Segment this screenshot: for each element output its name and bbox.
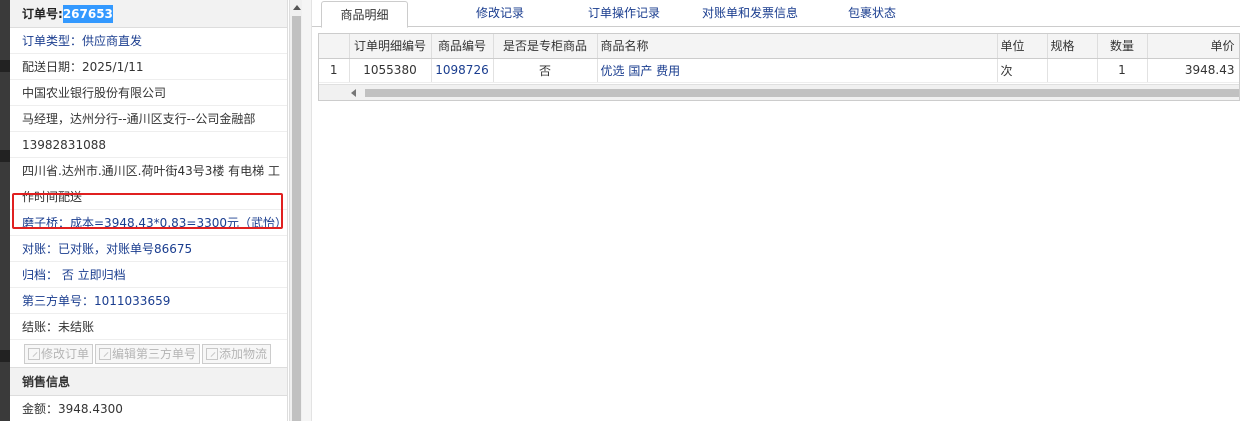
- delivery-date: 配送日期：2025/1/11: [10, 54, 287, 80]
- strip-marker: [0, 60, 10, 72]
- col-header-unit-price[interactable]: 单价: [1147, 34, 1239, 59]
- archive-status[interactable]: 归档： 否 立即归档: [10, 262, 287, 288]
- cell-index: 1: [319, 58, 350, 83]
- left-edge-strip: [0, 0, 10, 421]
- strip-marker: [0, 150, 10, 162]
- cell-product-name[interactable]: 优选 国产 费用: [597, 58, 998, 83]
- product-grid: 订单明细编号 商品编号 是否是专柜商品 商品名称 单位 规格 数量 单价 1 1…: [318, 33, 1240, 101]
- strip-marker: [0, 350, 10, 362]
- scroll-left-icon[interactable]: [351, 89, 356, 97]
- third-party-number: 第三方单号：1011033659: [10, 288, 287, 314]
- order-type: 订单类型：供应商直发: [10, 28, 287, 54]
- cell-detail-no: 1055380: [349, 58, 432, 83]
- add-logistics-button[interactable]: 添加物流: [202, 344, 272, 364]
- grid-horizontal-scrollbar[interactable]: [319, 84, 1239, 100]
- col-header-counter-product[interactable]: 是否是专柜商品: [493, 34, 598, 59]
- action-buttons: 修改订单 编辑第三方单号 添加物流: [10, 340, 287, 368]
- col-header-product-no[interactable]: 商品编号: [431, 34, 494, 59]
- order-header: 订单号:267653: [10, 0, 287, 28]
- cell-unit: 次: [997, 58, 1048, 83]
- order-number[interactable]: 267653: [62, 5, 113, 23]
- scroll-up-icon[interactable]: [293, 5, 301, 10]
- col-header-product-name[interactable]: 商品名称: [597, 34, 998, 59]
- sales-info-title: 销售信息: [10, 368, 287, 396]
- col-header-spec[interactable]: 规格: [1047, 34, 1098, 59]
- contact-person: 马经理，达州分行--通川区支行--公司金融部: [10, 106, 287, 132]
- reconciliation-status: 对账：已对账，对账单号86675: [10, 236, 287, 262]
- cell-counter-product: 否: [493, 58, 598, 83]
- tab-statement-invoice[interactable]: 对账单和发票信息: [690, 0, 810, 27]
- edit-icon: [99, 348, 112, 360]
- detail-area: 商品明细 修改记录 订单操作记录 对账单和发票信息 包裹状态 订单明细编号 商品…: [312, 0, 1240, 421]
- sales-amount: 金额：3948.4300: [10, 396, 287, 421]
- cell-product-no[interactable]: 1098726: [431, 58, 494, 83]
- tab-change-log[interactable]: 修改记录: [450, 0, 550, 27]
- edit-order-button[interactable]: 修改订单: [24, 344, 94, 364]
- edit-icon: [206, 348, 219, 360]
- product-table: 订单明细编号 商品编号 是否是专柜商品 商品名称 单位 规格 数量 单价 1 1…: [319, 34, 1239, 83]
- col-header-unit[interactable]: 单位: [997, 34, 1048, 59]
- tab-order-operation-log[interactable]: 订单操作记录: [574, 0, 674, 27]
- table-row[interactable]: 1 1055380 1098726 否 优选 国产 费用 次 1 3948.43: [319, 58, 1239, 83]
- col-header-detail-no[interactable]: 订单明细编号: [349, 34, 432, 59]
- customer-company: 中国农业银行股份有限公司: [10, 80, 287, 106]
- edit-icon: [28, 348, 40, 360]
- settlement-status: 结账：未结账: [10, 314, 287, 340]
- cell-unit-price: 3948.43: [1147, 58, 1239, 83]
- app-window: 订单号:267653 订单类型：供应商直发 配送日期：2025/1/11 中国农…: [0, 0, 1240, 421]
- detail-tabs: 商品明细 修改记录 订单操作记录 对账单和发票信息 包裹状态: [312, 0, 1240, 28]
- panel-splitter[interactable]: [302, 0, 312, 421]
- table-header-row: 订单明细编号 商品编号 是否是专柜商品 商品名称 单位 规格 数量 单价: [319, 34, 1239, 59]
- order-number-label: 订单号:: [22, 7, 63, 21]
- tab-package-status[interactable]: 包裹状态: [836, 0, 908, 27]
- cell-spec: [1047, 58, 1098, 83]
- horizontal-scrollbar-thumb[interactable]: [365, 89, 1239, 97]
- col-header-index: [319, 34, 350, 59]
- edit-third-party-button[interactable]: 编辑第三方单号: [95, 344, 201, 364]
- annotation-highlight-box: [12, 193, 283, 229]
- cell-quantity: 1: [1097, 58, 1148, 83]
- col-header-quantity[interactable]: 数量: [1097, 34, 1148, 59]
- tab-product-details[interactable]: 商品明细: [321, 1, 408, 28]
- left-panel-scrollbar[interactable]: [289, 0, 302, 421]
- scrollbar-thumb[interactable]: [292, 16, 301, 421]
- contact-phone: 13982831088: [10, 132, 287, 158]
